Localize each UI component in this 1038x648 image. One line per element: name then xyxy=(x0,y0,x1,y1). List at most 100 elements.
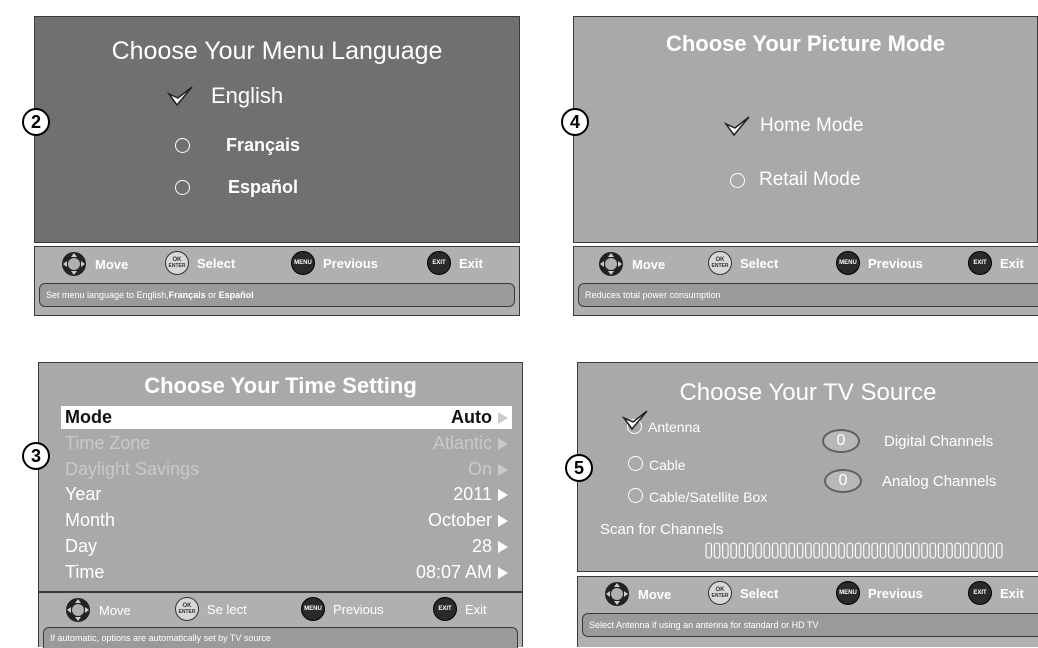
option-label: Español xyxy=(228,177,299,197)
exit-button-icon: EXIT xyxy=(433,597,457,621)
move-label: Move xyxy=(638,586,672,602)
controls-row: Move OK ENTER Select MENU Previous EXIT E… xyxy=(574,251,1038,277)
row-month[interactable]: Month October xyxy=(65,508,508,533)
option-retail-mode[interactable]: Retail Mode xyxy=(730,169,860,191)
row-label: Month xyxy=(65,510,116,530)
menu-button-icon: MENU xyxy=(836,251,860,275)
scan-segment xyxy=(838,542,845,559)
hint-bold: Español xyxy=(218,290,254,300)
exit-control[interactable]: EXIT Exit xyxy=(968,251,1024,275)
row-label: Daylight Savings xyxy=(65,459,200,479)
scan-segment xyxy=(962,542,970,559)
row-value: On xyxy=(468,459,508,480)
menu-button-icon: MENU xyxy=(836,581,860,605)
select-control[interactable]: OK ENTER Select xyxy=(708,581,778,605)
ok-enter-icon: OK ENTER xyxy=(708,251,732,275)
option-label: Cable xyxy=(649,457,686,473)
row-value: October xyxy=(428,510,508,531)
control-bar: Move OK ENTER Se lect MENU Previous EXIT … xyxy=(38,592,523,648)
option-francais[interactable]: Français xyxy=(175,135,300,156)
dpad-icon xyxy=(62,252,86,276)
option-english[interactable]: English xyxy=(167,83,283,109)
control-bar: Move OK ENTER Select MENU Previous EXIT E… xyxy=(577,576,1038,647)
panel-menu-language: Choose Your Menu Language English França… xyxy=(22,16,520,316)
move-control[interactable]: Move xyxy=(604,581,671,607)
row-label: Day xyxy=(65,536,98,556)
scan-segment xyxy=(946,542,953,559)
row-label: Mode xyxy=(65,407,112,427)
check-icon xyxy=(622,410,648,431)
row-daylight-savings[interactable]: Daylight Savings On xyxy=(65,457,508,482)
dpad-icon xyxy=(599,252,623,276)
scan-segment xyxy=(912,542,920,559)
scan-segment xyxy=(829,542,837,559)
value-text: 2011 xyxy=(453,484,492,504)
menu-button-icon: MENU xyxy=(301,597,325,621)
arrow-right-icon xyxy=(498,489,508,502)
scan-segment xyxy=(904,542,912,559)
previous-label: Previous xyxy=(868,255,923,271)
digital-channels-count: 0 xyxy=(822,429,860,453)
exit-button-icon: EXIT xyxy=(968,581,992,605)
time-setting-screen: Choose Your Time Setting Mode Auto Time … xyxy=(38,362,523,592)
move-control[interactable]: Move xyxy=(65,597,131,623)
enter-text: ENTER xyxy=(178,609,196,615)
scan-segment xyxy=(929,542,937,559)
option-cable-satellite[interactable]: Cable/Satellite Box xyxy=(628,485,767,505)
previous-control[interactable]: MENU Previous xyxy=(836,251,923,275)
row-value: Atlantic xyxy=(433,433,508,454)
option-cable[interactable]: Cable xyxy=(628,453,686,473)
option-antenna[interactable]: Antenna xyxy=(622,410,700,435)
row-day[interactable]: Day 28 xyxy=(65,534,508,559)
row-time[interactable]: Time 08:07 AM xyxy=(65,560,508,585)
scan-segment xyxy=(863,542,870,559)
move-control[interactable]: Move xyxy=(598,251,665,277)
row-label: Time xyxy=(65,562,105,582)
hint-text: Reduces total power consumption xyxy=(578,283,1038,307)
tv-source-screen: Choose Your TV Source Antenna Cable Cabl… xyxy=(577,362,1038,572)
exit-control[interactable]: EXIT Exit xyxy=(427,251,483,275)
exit-control[interactable]: EXIT Exit xyxy=(968,581,1024,605)
previous-control[interactable]: MENU Previous xyxy=(291,251,378,275)
scan-segment xyxy=(788,542,796,559)
row-time-zone[interactable]: Time Zone Atlantic xyxy=(65,431,508,456)
value-text: Auto xyxy=(451,407,492,427)
scan-segment xyxy=(730,542,737,559)
scan-segment xyxy=(987,542,995,559)
row-year[interactable]: Year 2011 xyxy=(65,482,508,507)
scan-progress-bar xyxy=(705,542,1003,559)
hint-text: Select Antenna if using an antenna for s… xyxy=(582,613,1038,637)
option-home-mode[interactable]: Home Mode xyxy=(724,115,864,137)
move-control[interactable]: Move xyxy=(61,251,128,277)
row-label: Year xyxy=(65,484,102,504)
move-label: Move xyxy=(632,256,666,272)
select-control[interactable]: OK ENTER Select xyxy=(708,251,778,275)
analog-channels-label: Analog Channels xyxy=(882,473,997,490)
scan-segment xyxy=(854,542,862,559)
controls-row: Move OK ENTER Select MENU Previous EXIT E… xyxy=(35,251,519,277)
arrow-right-icon xyxy=(498,567,508,580)
scan-segment xyxy=(954,542,962,559)
exit-control[interactable]: EXIT Exit xyxy=(433,597,487,621)
control-bar: Move OK ENTER Select MENU Previous EXIT E… xyxy=(34,246,520,316)
page-title: Choose Your Picture Mode xyxy=(665,31,946,56)
scan-segment xyxy=(805,542,812,559)
select-control[interactable]: OK ENTER Se lect xyxy=(175,597,247,621)
page-title: Choose Your TV Source xyxy=(679,379,937,406)
previous-control[interactable]: MENU Previous xyxy=(836,581,923,605)
step-number: 4 xyxy=(561,108,589,136)
picture-mode-screen: Choose Your Picture Mode Home Mode Retai… xyxy=(573,16,1038,243)
option-espanol[interactable]: Español xyxy=(175,177,298,198)
select-control[interactable]: OK ENTER Select xyxy=(165,251,235,275)
row-mode[interactable]: Mode Auto xyxy=(61,406,512,429)
scan-segment xyxy=(763,542,771,559)
previous-label: Previous xyxy=(868,585,923,601)
radio-icon xyxy=(175,138,190,153)
value-text: 08:07 AM xyxy=(415,562,492,582)
previous-control[interactable]: MENU Previous xyxy=(301,597,384,621)
check-icon xyxy=(167,86,193,107)
scan-segment xyxy=(871,542,879,559)
scan-segment xyxy=(813,542,820,559)
select-label: Select xyxy=(740,255,779,271)
dpad-icon xyxy=(66,598,90,622)
